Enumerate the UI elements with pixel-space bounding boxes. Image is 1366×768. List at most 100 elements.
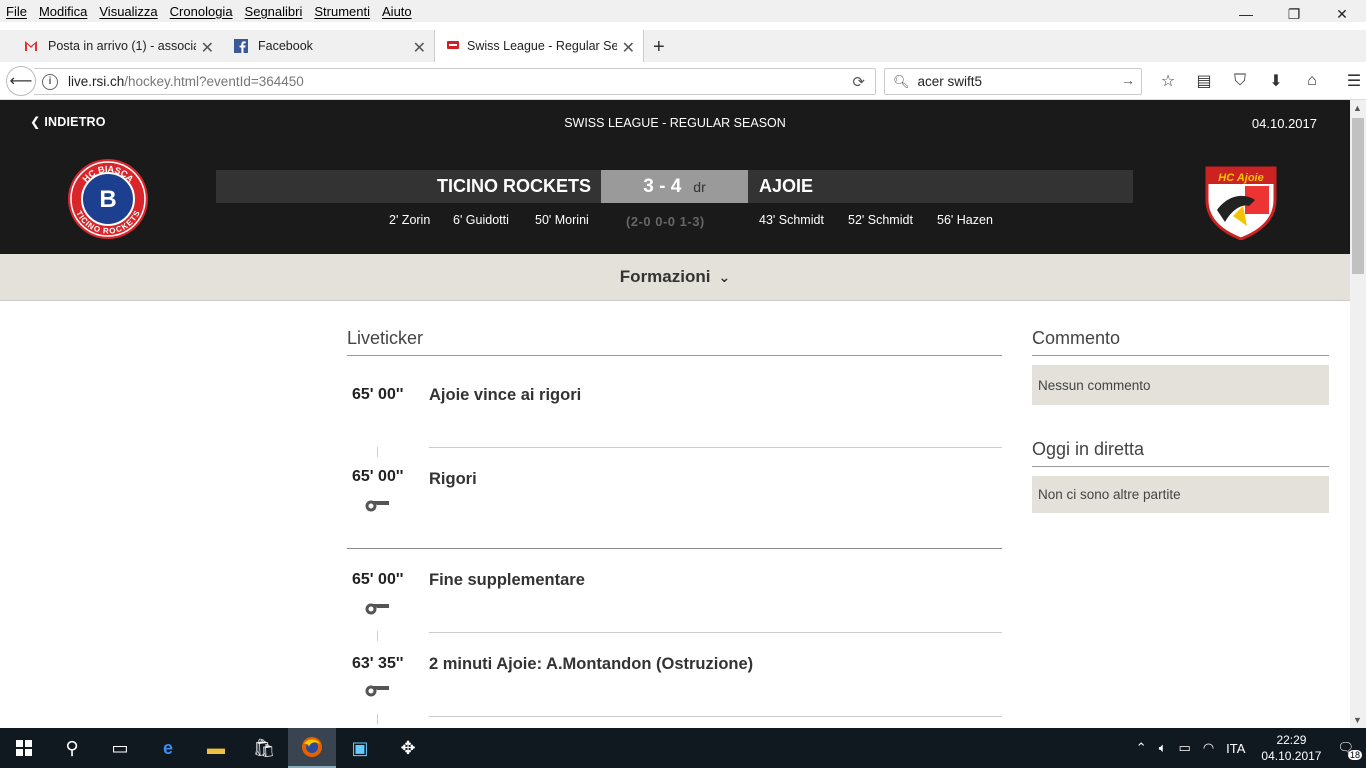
tab-title: Swiss League - Regular Seaso (467, 39, 617, 53)
score-bar: TICINO ROCKETS 3 - 4 dr AJOIE (216, 170, 1133, 203)
search-input[interactable]: acer swift5 (918, 74, 983, 89)
back-arrow-icon: ⟵ (9, 73, 33, 90)
commento-title: Commento (1032, 328, 1329, 356)
clock-date: 04.10.2017 (1261, 749, 1322, 763)
oggi-title: Oggi in diretta (1032, 439, 1329, 467)
reload-icon[interactable]: ⟳ (852, 73, 865, 91)
page-scrollbar[interactable]: ▲ ▼ (1350, 100, 1366, 728)
menu-file[interactable]: File (0, 4, 33, 19)
close-tab-icon[interactable]: ✕ (622, 38, 635, 58)
whistle-icon (365, 500, 389, 512)
event-divider (429, 447, 1002, 448)
event-text: Ajoie vince ai rigori (429, 386, 582, 404)
event-time: 65' 00'' (352, 571, 404, 588)
search-icon: 🔍︎ (893, 73, 910, 89)
close-window-button[interactable]: ✕ (1318, 0, 1366, 28)
oggi-text: Non ci sono altre partite (1038, 487, 1181, 502)
dropbox-icon[interactable]: ✥ (384, 728, 432, 768)
event-divider (429, 632, 1002, 633)
close-tab-icon[interactable]: ✕ (413, 38, 426, 58)
search-go-icon[interactable]: → (1121, 72, 1135, 88)
event-time: 65' 00'' (352, 468, 404, 485)
menu-modifica[interactable]: Modifica (33, 4, 93, 19)
reading-list-icon[interactable]: ▤ (1186, 70, 1222, 92)
restore-button[interactable]: ❐ (1270, 0, 1318, 28)
menu-bar: File Modifica Visualizza Cronologia Segn… (0, 0, 1366, 22)
menu-cronologia[interactable]: Cronologia (164, 4, 239, 19)
bookmark-star-icon[interactable]: ☆ (1150, 70, 1186, 92)
menu-visualizza[interactable]: Visualizza (93, 4, 163, 19)
address-bar[interactable]: i live.rsi.ch/hockey.html?eventId=364450… (34, 68, 876, 95)
url-text: live.rsi.ch/hockey.html?eventId=364450 (68, 74, 304, 89)
timeline-connector (377, 714, 378, 724)
score: 3 - 4 (643, 175, 682, 197)
event-time: 63' 35'' (352, 655, 404, 672)
tab-facebook[interactable]: Facebook ✕ (234, 30, 426, 62)
chevron-down-icon: ⌄ (718, 268, 731, 285)
whistle-icon (365, 685, 389, 697)
home-team-name: TICINO ROCKETS (436, 176, 591, 196)
pocket-icon[interactable]: ⛉ (1222, 70, 1258, 92)
minimize-button[interactable]: — (1222, 0, 1270, 28)
timeline-connector (377, 447, 378, 457)
away-scorer: 56' Hazen (937, 213, 993, 227)
scroll-thumb[interactable] (1352, 118, 1364, 274)
info-icon[interactable]: i (42, 73, 58, 90)
tab-title: Posta in arrivo (1) - associazi (48, 39, 196, 53)
tab-gmail[interactable]: Posta in arrivo (1) - associazi ✕ (24, 30, 214, 62)
task-view-icon[interactable]: ▭ (96, 728, 144, 768)
away-team-name: AJOIE (759, 176, 814, 196)
menu-segnalibri[interactable]: Segnalibri (239, 4, 309, 19)
store-icon[interactable]: 🛍︎ (240, 728, 288, 768)
edge-icon[interactable]: e (144, 728, 192, 768)
file-explorer-icon[interactable]: ▬ (192, 728, 240, 768)
away-scorer: 43' Schmidt (759, 213, 824, 227)
new-tab-button[interactable]: + (653, 36, 665, 59)
event-text: 2 minuti Ajoie: A.Montandon (Ostruzione) (429, 655, 754, 673)
battery-icon[interactable]: ▭ (1179, 740, 1191, 756)
svg-text:B: B (99, 186, 116, 213)
firefox-logo-icon (302, 737, 322, 757)
match-header: ❮ INDIETRO SWISS LEAGUE - REGULAR SEASON… (0, 100, 1350, 254)
period-divider (347, 548, 1002, 549)
facebook-icon (234, 39, 248, 53)
event-text: Rigori (429, 470, 477, 488)
gmail-icon (25, 41, 37, 51)
scroll-up-icon[interactable]: ▲ (1353, 103, 1362, 113)
language-indicator[interactable]: ITA (1226, 741, 1245, 756)
menu-strumenti[interactable]: Strumenti (308, 4, 376, 19)
back-button[interactable]: ⟵ (6, 66, 36, 96)
app-icon[interactable]: ▣ (336, 728, 384, 768)
firefox-icon[interactable] (288, 728, 336, 768)
home-scorer: 6' Guidotti (453, 213, 509, 227)
tab-bar: Posta in arrivo (1) - associazi ✕ Facebo… (0, 30, 1366, 62)
notifications-icon[interactable]: 🗨︎ 18 (1337, 740, 1362, 760)
hamburger-menu-icon[interactable]: ☰ (1336, 70, 1366, 92)
clock[interactable]: 22:29 04.10.2017 (1261, 732, 1321, 764)
commento-text: Nessun commento (1038, 377, 1151, 393)
formazioni-label: Formazioni (619, 267, 711, 286)
download-icon[interactable]: ⬇ (1258, 70, 1294, 92)
period-scores: (2-0 0-0 1-3) (626, 214, 705, 229)
formazioni-toggle[interactable]: Formazioni ⌄ (0, 254, 1350, 301)
away-team-logo: HC Ajoie (1205, 166, 1277, 240)
home-icon[interactable]: ⌂ (1294, 70, 1330, 92)
tab-swiss-league[interactable]: Swiss League - Regular Seaso ✕ (434, 30, 644, 62)
notification-count: 18 (1347, 750, 1362, 760)
home-scorer: 2' Zorin (389, 213, 431, 227)
tab-title: Facebook (258, 39, 313, 53)
search-bar[interactable]: 🔍︎ acer swift5 → (884, 68, 1142, 95)
whistle-icon (365, 603, 389, 615)
timeline-connector (377, 631, 378, 641)
close-tab-icon[interactable]: ✕ (201, 38, 214, 58)
volume-icon[interactable]: 🔈︎ (1159, 740, 1167, 756)
scroll-down-icon[interactable]: ▼ (1353, 715, 1362, 725)
menu-aiuto[interactable]: Aiuto (376, 4, 418, 19)
event-divider (429, 716, 1002, 717)
search-taskbar-icon[interactable]: ⚲ (48, 728, 96, 768)
chevron-up-icon[interactable]: ⌃ (1136, 740, 1147, 756)
away-scorer: 52' Schmidt (848, 213, 913, 227)
navigation-bar: i live.rsi.ch/hockey.html?eventId=364450… (0, 62, 1366, 100)
start-button[interactable] (0, 728, 48, 768)
wifi-icon[interactable]: ◠ (1203, 740, 1214, 756)
